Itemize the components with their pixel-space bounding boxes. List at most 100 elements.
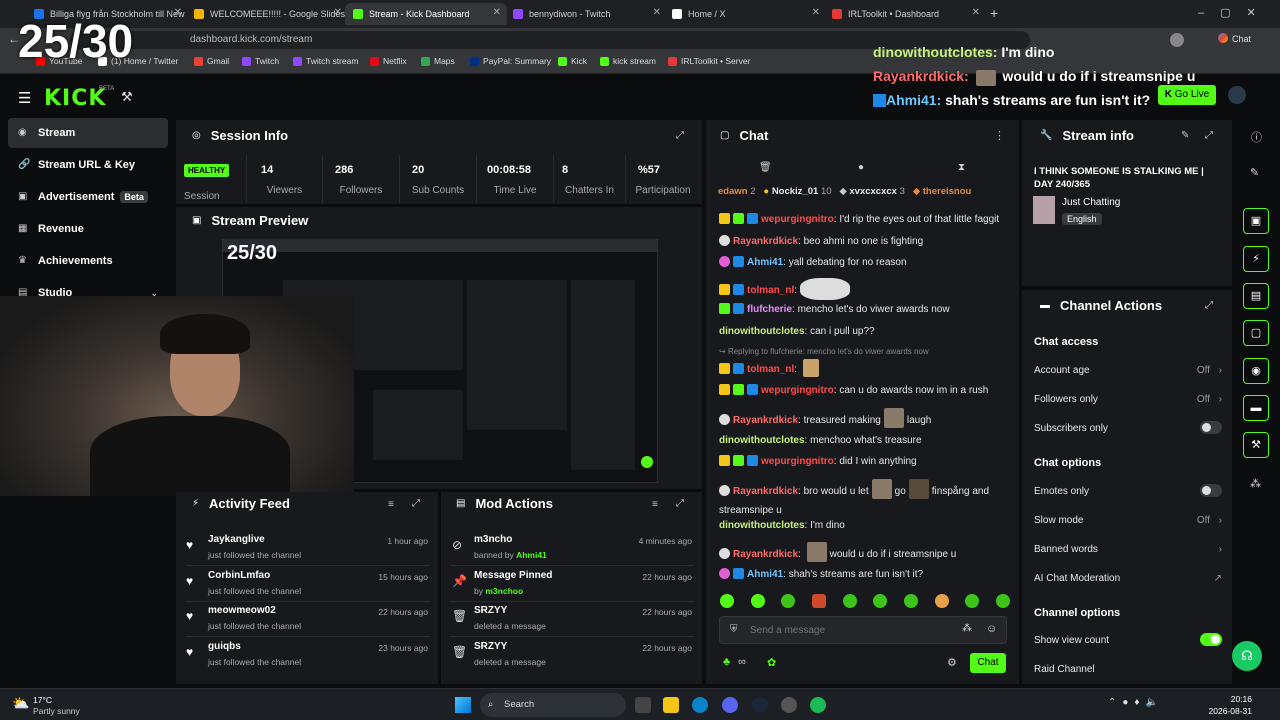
browser-tab[interactable]: bennydiwon - Twitch ✕ xyxy=(505,3,667,25)
sidebar-item-stream[interactable]: ◉ Stream xyxy=(8,118,168,148)
send-chat-button[interactable]: Chat xyxy=(970,653,1006,673)
comment-icon[interactable]: ● xyxy=(858,162,864,173)
filter-icon[interactable]: ≡ xyxy=(388,499,394,510)
discord-icon[interactable] xyxy=(722,697,738,713)
setting-account-age[interactable]: Account age Off › xyxy=(1034,365,1222,376)
profile-chat-button[interactable]: Chat xyxy=(1218,33,1274,47)
info-icon[interactable]: ⓘ xyxy=(1251,129,1262,145)
go-live-button[interactable]: K Go Live xyxy=(1158,85,1216,105)
bookmark[interactable]: PayPal: Summary xyxy=(470,56,551,66)
task-view-icon[interactable] xyxy=(635,697,651,713)
close-icon[interactable]: ✕ xyxy=(972,7,980,18)
close-icon[interactable]: ✕ xyxy=(812,7,820,18)
translate-icon[interactable]: ⁂ xyxy=(962,623,972,634)
support-icon[interactable]: ☊ xyxy=(1232,641,1262,671)
apps-icon[interactable]: ⁂ xyxy=(1250,477,1261,490)
subscribers-only-toggle[interactable] xyxy=(1200,421,1222,434)
emote-icon[interactable] xyxy=(965,594,980,608)
expand-icon[interactable]: ⤢ xyxy=(412,498,420,509)
hourglass-icon[interactable]: ⧗ xyxy=(958,162,965,173)
chat-access-heading: Chat access xyxy=(1034,336,1099,348)
stat-sub-counts: 20 Sub Counts xyxy=(400,155,477,203)
menu-icon[interactable]: ☰ xyxy=(18,89,31,107)
window-controls[interactable]: –▢✕ xyxy=(1198,6,1272,19)
trash-icon[interactable]: 🗑 xyxy=(759,162,772,173)
setting-raid-channel[interactable]: Raid Channel xyxy=(1034,664,1222,675)
close-icon[interactable]: ✕ xyxy=(493,7,501,18)
new-tab-icon[interactable]: + xyxy=(990,5,998,21)
kick-icon[interactable]: ✿ xyxy=(767,656,776,669)
chat-message-input[interactable] xyxy=(750,622,940,638)
browser-tab[interactable]: WELCOMEEE!!!!! - Google Slides ✕ xyxy=(186,3,348,25)
expand-icon[interactable]: ⤢ xyxy=(1205,300,1213,311)
setting-slow-mode[interactable]: Slow mode Off › xyxy=(1034,515,1222,526)
tab-favicon xyxy=(353,9,363,19)
spotify-icon[interactable] xyxy=(810,697,826,713)
expand-icon[interactable]: ⤢ xyxy=(1205,130,1213,141)
file-explorer-icon[interactable] xyxy=(663,697,679,713)
emote-icon[interactable]: ♣ xyxy=(723,656,730,668)
bookmark[interactable]: Netflix xyxy=(370,56,407,66)
system-tray-icons[interactable]: ⌃●♦🔈 xyxy=(1108,697,1164,708)
setting-banned-words[interactable]: Banned words › xyxy=(1034,544,1222,555)
avatar[interactable] xyxy=(1228,86,1246,104)
bookmark[interactable]: kick stream xyxy=(600,56,656,66)
emote-icon[interactable] xyxy=(811,594,826,608)
window-icon[interactable]: ▬ xyxy=(1243,395,1269,421)
close-icon[interactable]: ✕ xyxy=(334,7,342,18)
taskbar-search[interactable]: ⌕ Search xyxy=(480,693,626,717)
close-icon[interactable]: ✕ xyxy=(174,7,182,18)
bookmark[interactable]: Kick xyxy=(558,56,587,66)
browser-tab-active[interactable]: Stream - Kick Dashboard ✕ xyxy=(345,3,507,25)
list-icon[interactable]: ▤ xyxy=(1243,283,1269,309)
close-icon[interactable]: ✕ xyxy=(653,7,661,18)
bookmark[interactable]: Twitch stream xyxy=(293,56,358,66)
bookmark[interactable]: IRLToolkit • Server xyxy=(668,56,750,66)
gear-icon[interactable]: ⚙ xyxy=(947,656,957,669)
sidebar-item-stream-url-key[interactable]: 🔗 Stream URL & Key xyxy=(8,150,168,180)
emote-icon[interactable] xyxy=(842,594,857,608)
setting-followers-only[interactable]: Followers only Off › xyxy=(1034,394,1222,405)
setting-emotes-only: Emotes only xyxy=(1034,484,1222,497)
bookmark[interactable]: Twitch xyxy=(242,56,279,66)
more-icon[interactable]: ⋮ xyxy=(994,129,1005,142)
tools-icon[interactable]: ⚒ xyxy=(121,89,133,105)
obs-icon[interactable] xyxy=(781,697,797,713)
browser-tab[interactable]: Home / X ✕ xyxy=(664,3,826,25)
clock-date: 2026-08-31 xyxy=(1208,706,1252,716)
edge-icon[interactable] xyxy=(692,697,708,713)
list-item: ⊘ m3ncho banned by Ahmi41 4 minutes ago xyxy=(450,532,694,566)
setting-ai-chat-moderation[interactable]: AI Chat Moderation ↗ xyxy=(1034,573,1222,584)
browser-tab[interactable]: IRLToolkit • Dashboard ✕ xyxy=(824,3,986,25)
steam-icon[interactable] xyxy=(752,697,768,713)
emote-icon[interactable] xyxy=(934,594,949,608)
show-view-count-toggle[interactable] xyxy=(1200,633,1222,646)
lightning-icon[interactable]: ⚡ xyxy=(1243,246,1269,272)
edit-icon[interactable]: ✎ xyxy=(1250,166,1259,179)
avatar[interactable] xyxy=(1170,33,1184,47)
filter-icon[interactable]: ≡ xyxy=(652,499,658,510)
stream-icon[interactable]: ◉ xyxy=(1243,358,1269,384)
bookmark[interactable]: Gmail xyxy=(194,56,229,66)
emote-icon[interactable] xyxy=(720,594,734,608)
chat-icon[interactable]: ▢ xyxy=(1243,320,1269,346)
infinity-icon[interactable]: ∞ xyxy=(738,656,746,668)
expand-icon[interactable]: ⤢ xyxy=(676,130,684,141)
emote-icon[interactable] xyxy=(995,594,1010,608)
stream-preview-icon[interactable]: ▣ xyxy=(1243,208,1269,234)
wrench-icon[interactable]: ⚒ xyxy=(1243,432,1269,458)
sidebar-item-achievements[interactable]: ♛ Achievements xyxy=(8,246,168,276)
windows-start-icon[interactable] xyxy=(455,697,471,713)
emoji-icon[interactable]: ☺ xyxy=(986,623,997,635)
emote-icon[interactable] xyxy=(873,594,888,608)
emote-icon[interactable] xyxy=(903,594,918,608)
emotes-only-toggle[interactable] xyxy=(1200,484,1222,497)
edit-icon[interactable]: ✎ xyxy=(1181,130,1189,141)
emote-icon[interactable] xyxy=(750,594,765,608)
bookmark[interactable]: Maps xyxy=(421,56,455,66)
sidebar-item-revenue[interactable]: ▦ Revenue xyxy=(8,214,168,244)
expand-icon[interactable]: ⤢ xyxy=(676,498,684,509)
sidebar-item-advertisement[interactable]: ▣ Advertisement Beta xyxy=(8,182,168,212)
kick-logo[interactable]: KICK xyxy=(44,86,106,111)
emote-icon[interactable] xyxy=(781,594,796,608)
